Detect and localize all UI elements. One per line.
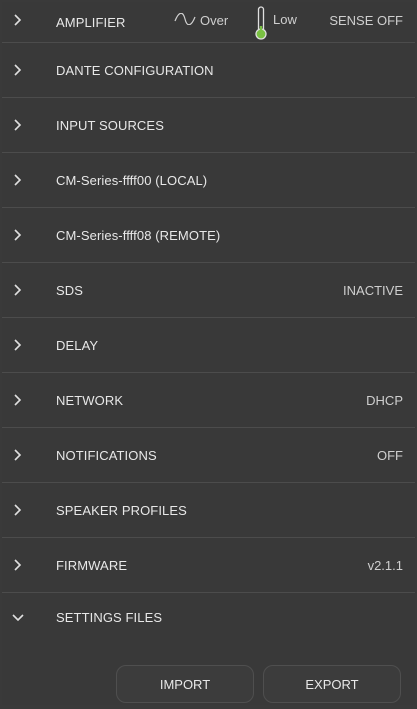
section-row[interactable]: DANTE CONFIGURATION [2, 43, 415, 98]
section-row[interactable]: INPUT SOURCES [2, 98, 415, 153]
settings-panel: AMPLIFIER Over Low SENSE OFF DANTE CONFI… [2, 2, 415, 705]
section-row[interactable]: DELAY [2, 318, 415, 373]
temp-label: Low [273, 12, 297, 27]
section-status: OFF [377, 447, 403, 463]
chevron-right-icon [9, 281, 27, 299]
chevron-right-icon [9, 171, 27, 189]
section-label: FIRMWARE [56, 557, 128, 573]
chevron-right-icon [9, 446, 27, 464]
chevron-right-icon [9, 391, 27, 409]
chevron-right-icon [9, 336, 27, 354]
section-label: SDS [56, 282, 84, 298]
chevron-right-icon [9, 556, 27, 574]
section-row[interactable]: FIRMWARE v2.1.1 [2, 538, 415, 593]
export-button[interactable]: EXPORT [263, 665, 401, 703]
sense-status: SENSE OFF [329, 12, 403, 28]
section-status: DHCP [366, 392, 403, 408]
section-label: NETWORK [56, 392, 124, 408]
section-settings-files[interactable]: SETTINGS FILES [2, 593, 415, 642]
section-label: CM-Series-ffff08 (REMOTE) [56, 227, 221, 243]
section-row[interactable]: SPEAKER PROFILES [2, 483, 415, 538]
section-row[interactable]: CM-Series-ffff08 (REMOTE) [2, 208, 415, 263]
sine-wave-icon [174, 12, 196, 28]
chevron-down-icon [9, 609, 27, 627]
section-label: INPUT SOURCES [56, 117, 164, 133]
section-row[interactable]: CM-Series-ffff00 (LOCAL) [2, 153, 415, 208]
import-button[interactable]: IMPORT [116, 665, 254, 703]
section-row[interactable]: NOTIFICATIONS OFF [2, 428, 415, 483]
section-label: CM-Series-ffff00 (LOCAL) [56, 172, 208, 188]
chevron-right-icon [9, 226, 27, 244]
section-amplifier[interactable]: AMPLIFIER Over Low SENSE OFF [2, 2, 415, 43]
temperature-indicator: Low [255, 6, 297, 43]
section-label: DANTE CONFIGURATION [56, 62, 214, 78]
section-label: SETTINGS FILES [56, 610, 163, 625]
section-status: INACTIVE [343, 282, 403, 298]
section-label: DELAY [56, 337, 99, 353]
section-label: AMPLIFIER [56, 14, 126, 30]
section-label: SPEAKER PROFILES [56, 502, 187, 518]
over-indicator: Over [174, 12, 229, 28]
thermometer-icon [255, 6, 267, 43]
section-status: v2.1.1 [367, 557, 403, 573]
chevron-right-icon [9, 501, 27, 519]
section-row[interactable]: SDS INACTIVE [2, 263, 415, 318]
chevron-right-icon [9, 116, 27, 134]
section-row[interactable]: NETWORK DHCP [2, 373, 415, 428]
section-label: NOTIFICATIONS [56, 447, 157, 463]
over-label: Over [200, 13, 229, 28]
chevron-right-icon [9, 11, 27, 29]
chevron-right-icon [9, 61, 27, 79]
settings-files-actions: IMPORT EXPORT [2, 665, 415, 705]
